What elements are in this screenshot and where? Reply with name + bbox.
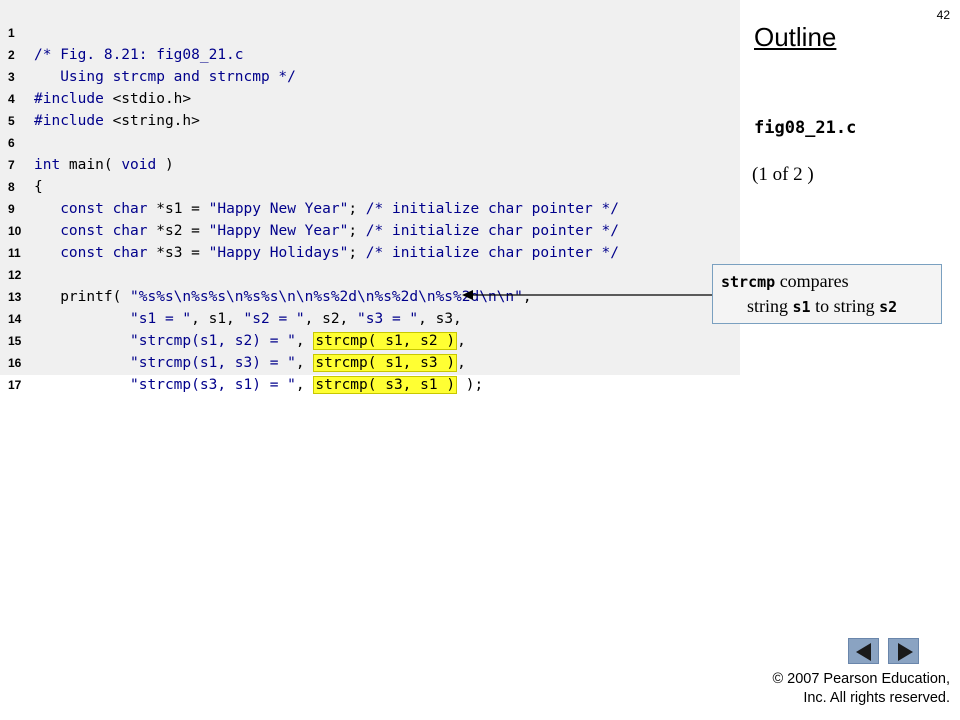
code-line: 3 #include <stdio.h> xyxy=(0,44,740,107)
code-line: 9 const char *s2 = "Happy New Year"; /* … xyxy=(0,176,740,239)
callout-arrow-icon xyxy=(462,290,712,300)
copyright-line-2: Inc. All rights reserved. xyxy=(803,690,950,706)
code-listing: 1 /* Fig. 8.21: fig08_21.c 2 Using strcm… xyxy=(0,0,740,394)
callout-box: strcmp compares string s1 to string s2 xyxy=(712,264,942,324)
code-line: 13 "s1 = ", s1, "s2 = ", s2, "s3 = ", s3… xyxy=(0,264,740,327)
callout-text: to string xyxy=(810,296,880,316)
code-line: 12 printf( "%s%s\n%s%s\n%s%s\n\n%s%2d\n%… xyxy=(0,242,740,305)
part-indicator: (1 of 2 ) xyxy=(752,164,814,185)
callout-function-name: strcmp xyxy=(721,273,776,291)
callout-text: string xyxy=(747,296,793,316)
code-line: 15 "strcmp(s1, s3) = ", strcmp( s1, s3 )… xyxy=(0,308,740,372)
code-line: 11 xyxy=(0,220,740,260)
code-line: 6 int main( void ) xyxy=(0,110,740,173)
code-line: 5 xyxy=(0,88,740,128)
outline-title: Outline xyxy=(754,22,837,52)
file-name: fig08_21.c xyxy=(754,118,857,138)
left-arrow-icon xyxy=(856,643,871,661)
callout-line-1: strcmp compares xyxy=(721,269,933,294)
code-line: 2 Using strcmp and strncmp */ xyxy=(0,22,740,85)
callout-arg: s2 xyxy=(879,298,898,316)
code-line: 8 const char *s1 = "Happy New Year"; /* … xyxy=(0,154,740,217)
string-literal: "strcmp(s3, s1) = " xyxy=(130,377,296,393)
page-number: 42 xyxy=(936,8,950,22)
highlighted-strcmp-call: strcmp( s3, s1 ) xyxy=(313,376,458,394)
code-line: 4 #include <string.h> xyxy=(0,66,740,129)
code-line: 16 "strcmp(s3, s1) = ", strcmp( s3, s1 )… xyxy=(0,330,740,394)
copyright-line-1: © 2007 Pearson Education, xyxy=(772,671,950,687)
line-number: 17 xyxy=(8,378,22,392)
code-line: 10 const char *s3 = "Happy Holidays"; /*… xyxy=(0,198,740,261)
callout-line-2: string s1 to string s2 xyxy=(721,294,933,319)
previous-slide-button[interactable] xyxy=(848,638,879,664)
callout-arg: s1 xyxy=(792,298,811,316)
callout-text: compares xyxy=(775,271,849,291)
code-text: ); xyxy=(457,377,484,393)
code-line: 1 /* Fig. 8.21: fig08_21.c xyxy=(0,0,740,63)
next-slide-button[interactable] xyxy=(888,638,919,664)
right-arrow-icon xyxy=(898,643,913,661)
copyright-notice: © 2007 Pearson Education, Inc. All right… xyxy=(730,670,950,708)
code-line: 17 xyxy=(0,352,740,392)
code-line: 7 { xyxy=(0,132,740,195)
code-text: , xyxy=(295,377,314,393)
